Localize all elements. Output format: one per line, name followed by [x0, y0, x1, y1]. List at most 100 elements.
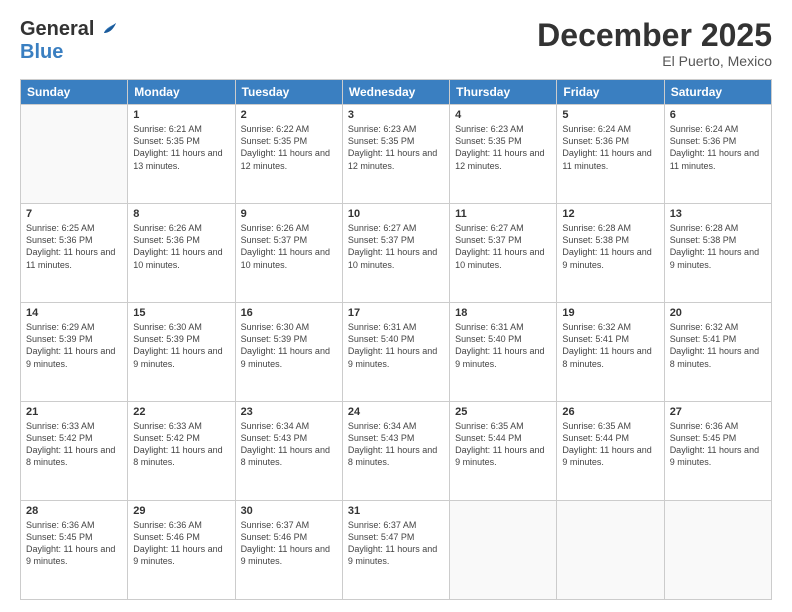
logo: General Blue: [20, 18, 118, 64]
weekday-header: Thursday: [450, 80, 557, 105]
day-info: Sunrise: 6:25 AMSunset: 5:36 PMDaylight:…: [26, 222, 122, 271]
day-info: Sunrise: 6:23 AMSunset: 5:35 PMDaylight:…: [348, 123, 444, 172]
day-info: Sunrise: 6:36 AMSunset: 5:45 PMDaylight:…: [670, 420, 766, 469]
day-number: 5: [562, 109, 658, 121]
day-info: Sunrise: 6:35 AMSunset: 5:44 PMDaylight:…: [455, 420, 551, 469]
weekday-header: Tuesday: [235, 80, 342, 105]
day-info: Sunrise: 6:23 AMSunset: 5:35 PMDaylight:…: [455, 123, 551, 172]
day-number: 6: [670, 109, 766, 121]
day-info: Sunrise: 6:34 AMSunset: 5:43 PMDaylight:…: [241, 420, 337, 469]
day-info: Sunrise: 6:27 AMSunset: 5:37 PMDaylight:…: [348, 222, 444, 271]
calendar-cell: 31 Sunrise: 6:37 AMSunset: 5:47 PMDayligh…: [342, 501, 449, 600]
calendar-cell: 28Sunrise: 6:36 AMSunset: 5:45 PMDayligh…: [21, 501, 128, 600]
weekday-header: Monday: [128, 80, 235, 105]
day-info: Sunrise: 6:34 AMSunset: 5:43 PMDaylight:…: [348, 420, 444, 469]
calendar-week-row: 7 Sunrise: 6:25 AMSunset: 5:36 PMDaylight…: [21, 204, 772, 303]
day-number: 10: [348, 208, 444, 220]
calendar-cell: [664, 501, 771, 600]
header: General Blue December 2025 El Puerto, Me…: [20, 18, 772, 69]
calendar-cell: 15 Sunrise: 6:30 AMSunset: 5:39 PMDayligh…: [128, 303, 235, 402]
calendar-cell: 21 Sunrise: 6:33 AMSunset: 5:42 PMDayligh…: [21, 402, 128, 501]
calendar-cell: 7 Sunrise: 6:25 AMSunset: 5:36 PMDaylight…: [21, 204, 128, 303]
calendar-cell: 5 Sunrise: 6:24 AMSunset: 5:36 PMDaylight…: [557, 105, 664, 204]
calendar-cell: 8Sunrise: 6:26 AMSunset: 5:36 PMDaylight…: [128, 204, 235, 303]
calendar-cell: 29Sunrise: 6:36 AMSunset: 5:46 PMDayligh…: [128, 501, 235, 600]
day-number: 27: [670, 406, 766, 418]
day-info: Sunrise: 6:33 AMSunset: 5:42 PMDaylight:…: [26, 420, 122, 469]
month-title: December 2025: [537, 18, 772, 53]
logo-blue-text: Blue: [20, 41, 63, 63]
weekday-header: Wednesday: [342, 80, 449, 105]
day-info: Sunrise: 6:36 AMSunset: 5:45 PMDaylight:…: [26, 519, 122, 568]
page: General Blue December 2025 El Puerto, Me…: [0, 0, 792, 612]
day-info: Sunrise: 6:31 AMSunset: 5:40 PMDaylight:…: [455, 321, 551, 370]
calendar-cell: 4 Sunrise: 6:23 AMSunset: 5:35 PMDaylight…: [450, 105, 557, 204]
calendar-week-row: 14Sunrise: 6:29 AMSunset: 5:39 PMDayligh…: [21, 303, 772, 402]
day-info: Sunrise: 6:30 AMSunset: 5:39 PMDaylight:…: [133, 321, 229, 370]
calendar-week-row: 1Sunrise: 6:21 AMSunset: 5:35 PMDaylight…: [21, 105, 772, 204]
calendar-cell: 6 Sunrise: 6:24 AMSunset: 5:36 PMDaylight…: [664, 105, 771, 204]
calendar-cell: 16 Sunrise: 6:30 AMSunset: 5:39 PMDayligh…: [235, 303, 342, 402]
day-number: 16: [241, 307, 337, 319]
day-number: 12: [562, 208, 658, 220]
day-info: Sunrise: 6:37 AMSunset: 5:46 PMDaylight:…: [241, 519, 337, 568]
day-info: Sunrise: 6:26 AMSunset: 5:36 PMDaylight:…: [133, 222, 229, 271]
day-info: Sunrise: 6:28 AMSunset: 5:38 PMDaylight:…: [670, 222, 766, 271]
location: El Puerto, Mexico: [537, 53, 772, 69]
day-number: 30: [241, 505, 337, 517]
calendar-cell: 1Sunrise: 6:21 AMSunset: 5:35 PMDaylight…: [128, 105, 235, 204]
day-number: 23: [241, 406, 337, 418]
day-number: 11: [455, 208, 551, 220]
day-number: 4: [455, 109, 551, 121]
day-number: 18: [455, 307, 551, 319]
day-number: 31: [348, 505, 444, 517]
day-number: 7: [26, 208, 122, 220]
calendar-cell: 22Sunrise: 6:33 AMSunset: 5:42 PMDayligh…: [128, 402, 235, 501]
calendar-cell: 20 Sunrise: 6:32 AMSunset: 5:41 PMDayligh…: [664, 303, 771, 402]
day-info: Sunrise: 6:24 AMSunset: 5:36 PMDaylight:…: [562, 123, 658, 172]
day-info: Sunrise: 6:36 AMSunset: 5:46 PMDaylight:…: [133, 519, 229, 568]
calendar-cell: 2Sunrise: 6:22 AMSunset: 5:35 PMDaylight…: [235, 105, 342, 204]
day-info: Sunrise: 6:24 AMSunset: 5:36 PMDaylight:…: [670, 123, 766, 172]
day-number: 19: [562, 307, 658, 319]
title-area: December 2025 El Puerto, Mexico: [537, 18, 772, 69]
weekday-header: Friday: [557, 80, 664, 105]
day-number: 26: [562, 406, 658, 418]
day-number: 9: [241, 208, 337, 220]
day-info: Sunrise: 6:29 AMSunset: 5:39 PMDaylight:…: [26, 321, 122, 370]
calendar-cell: [450, 501, 557, 600]
calendar-cell: 24Sunrise: 6:34 AMSunset: 5:43 PMDayligh…: [342, 402, 449, 501]
day-info: Sunrise: 6:27 AMSunset: 5:37 PMDaylight:…: [455, 222, 551, 271]
calendar-cell: 11 Sunrise: 6:27 AMSunset: 5:37 PMDayligh…: [450, 204, 557, 303]
calendar-cell: [557, 501, 664, 600]
day-number: 13: [670, 208, 766, 220]
calendar-cell: 12 Sunrise: 6:28 AMSunset: 5:38 PMDayligh…: [557, 204, 664, 303]
calendar-cell: 18 Sunrise: 6:31 AMSunset: 5:40 PMDayligh…: [450, 303, 557, 402]
calendar-cell: 9Sunrise: 6:26 AMSunset: 5:37 PMDaylight…: [235, 204, 342, 303]
day-number: 17: [348, 307, 444, 319]
day-info: Sunrise: 6:22 AMSunset: 5:35 PMDaylight:…: [241, 123, 337, 172]
calendar-cell: 26 Sunrise: 6:35 AMSunset: 5:44 PMDayligh…: [557, 402, 664, 501]
calendar-cell: 14Sunrise: 6:29 AMSunset: 5:39 PMDayligh…: [21, 303, 128, 402]
day-info: Sunrise: 6:33 AMSunset: 5:42 PMDaylight:…: [133, 420, 229, 469]
day-info: Sunrise: 6:35 AMSunset: 5:44 PMDaylight:…: [562, 420, 658, 469]
calendar-cell: 10 Sunrise: 6:27 AMSunset: 5:37 PMDayligh…: [342, 204, 449, 303]
calendar-week-row: 28Sunrise: 6:36 AMSunset: 5:45 PMDayligh…: [21, 501, 772, 600]
day-number: 3: [348, 109, 444, 121]
day-info: Sunrise: 6:37 AMSunset: 5:47 PMDaylight:…: [348, 519, 444, 568]
day-info: Sunrise: 6:30 AMSunset: 5:39 PMDaylight:…: [241, 321, 337, 370]
day-number: 15: [133, 307, 229, 319]
calendar-cell: 13 Sunrise: 6:28 AMSunset: 5:38 PMDayligh…: [664, 204, 771, 303]
day-number: 21: [26, 406, 122, 418]
day-info: Sunrise: 6:31 AMSunset: 5:40 PMDaylight:…: [348, 321, 444, 370]
calendar-cell: 23 Sunrise: 6:34 AMSunset: 5:43 PMDayligh…: [235, 402, 342, 501]
calendar-week-row: 21 Sunrise: 6:33 AMSunset: 5:42 PMDayligh…: [21, 402, 772, 501]
calendar: SundayMondayTuesdayWednesdayThursdayFrid…: [20, 79, 772, 600]
weekday-header: Saturday: [664, 80, 771, 105]
day-info: Sunrise: 6:32 AMSunset: 5:41 PMDaylight:…: [670, 321, 766, 370]
day-info: Sunrise: 6:28 AMSunset: 5:38 PMDaylight:…: [562, 222, 658, 271]
day-info: Sunrise: 6:21 AMSunset: 5:35 PMDaylight:…: [133, 123, 229, 172]
logo-bird-icon: [96, 19, 118, 41]
day-number: 20: [670, 307, 766, 319]
calendar-cell: 25Sunrise: 6:35 AMSunset: 5:44 PMDayligh…: [450, 402, 557, 501]
